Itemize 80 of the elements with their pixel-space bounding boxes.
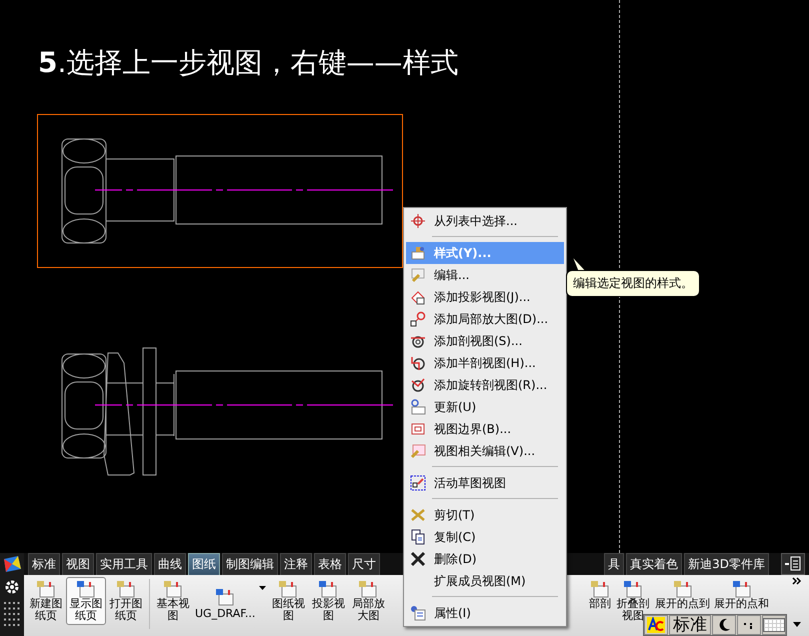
drawing-sheet-icon xyxy=(76,580,96,598)
update-icon xyxy=(410,399,426,415)
view-edit-icon xyxy=(410,443,426,459)
revolved-section-icon xyxy=(410,377,426,393)
ribbon-tab[interactable]: 具 xyxy=(604,553,624,575)
drawing-sheet-icon xyxy=(215,588,236,606)
caret-icon xyxy=(259,586,266,590)
ribbon-button[interactable]: 打开图纸页 xyxy=(106,577,146,625)
grid-dots-icon[interactable] xyxy=(3,601,21,629)
drawing-sheet-icon xyxy=(116,580,136,598)
properties-icon xyxy=(410,605,426,621)
ribbon-button[interactable]: 投影视图 xyxy=(308,577,348,625)
ribbon-dropdown[interactable]: UG_DRAF... xyxy=(193,577,268,623)
menu-item[interactable]: 视图相关编辑(V)... xyxy=(406,440,564,462)
ribbon-button[interactable]: 折叠剖视图 xyxy=(613,577,653,625)
drawing-sheet-icon xyxy=(163,580,183,598)
menu-item[interactable]: 删除(D) xyxy=(406,548,564,570)
menu-item[interactable]: 活动草图视图 xyxy=(406,472,564,494)
scissors-icon xyxy=(410,507,426,523)
ribbon-tab[interactable]: 图纸 xyxy=(188,553,220,575)
menu-item[interactable]: 编辑... xyxy=(406,264,564,286)
half-section-icon xyxy=(410,355,426,371)
menu-item[interactable]: 添加半剖视图(H)... xyxy=(406,352,564,374)
detail-view-icon xyxy=(410,311,426,327)
ribbon-button[interactable]: 局部放大图 xyxy=(348,577,388,625)
crosshair-icon xyxy=(410,213,426,229)
style-icon xyxy=(410,245,426,261)
ribbon-button[interactable]: 展开的点到 xyxy=(653,577,712,613)
menu-item[interactable]: 添加投影视图(J)... xyxy=(406,286,564,308)
menu-item[interactable]: 复制(C) xyxy=(406,526,564,548)
ribbon-button[interactable]: 显示图纸页 xyxy=(66,577,106,625)
input-mode-button[interactable]: 标准 xyxy=(669,615,711,635)
ribbon-button[interactable]: 基本视图 xyxy=(153,577,193,625)
slide-title: 5.选择上一步视图，右键——样式 xyxy=(38,45,458,81)
ribbon-menu-button[interactable] xyxy=(781,553,805,575)
copy-icon xyxy=(410,529,426,545)
menu-item[interactable]: 添加旋转剖视图(R)... xyxy=(406,374,564,396)
settings-icon[interactable] xyxy=(4,579,20,595)
ribbon-tab[interactable]: 曲线 xyxy=(154,553,186,575)
menu-item[interactable]: 添加剖视图(S)... xyxy=(406,330,564,352)
ribbon-button[interactable]: 图纸视图 xyxy=(268,577,308,625)
ribbon-tab[interactable]: 表格 xyxy=(314,553,346,575)
menu-item[interactable]: 属性(I) xyxy=(406,602,564,624)
projected-view-icon xyxy=(410,289,426,305)
ribbon-tab[interactable]: 视图 xyxy=(62,553,94,575)
ribbon-button[interactable]: 展开的点和 xyxy=(712,577,771,613)
ribbon-tab[interactable]: 真实着色 xyxy=(626,553,682,575)
ribbon-button[interactable]: 新建图纸页 xyxy=(26,577,66,625)
chevron-right-icon[interactable] xyxy=(792,577,802,585)
ribbon-tab[interactable]: 制图编辑 xyxy=(222,553,278,575)
ribbon-tab[interactable]: 新迪3D零件库 xyxy=(684,553,769,575)
ribbon-button[interactable]: 部剖 xyxy=(587,577,613,613)
sketch-view-icon xyxy=(410,475,426,491)
drawing-sheet-icon xyxy=(36,580,56,598)
menu-item[interactable]: 视图边界(B)... xyxy=(406,418,564,440)
drawing-sheet-icon xyxy=(590,580,610,598)
drawing-sheet-icon xyxy=(672,580,692,598)
ribbon-tab[interactable]: 注释 xyxy=(280,553,312,575)
ribbon-tab[interactable]: 实用工具 xyxy=(96,553,152,575)
caret-icon[interactable] xyxy=(793,622,801,627)
view-boundary-icon xyxy=(410,421,426,437)
app-logo-icon[interactable] xyxy=(2,555,22,573)
menu-item[interactable]: 添加局部放大图(D)... xyxy=(406,308,564,330)
drawing-sheet-icon xyxy=(318,580,338,598)
ribbon-tab[interactable]: 尺寸 xyxy=(348,553,380,575)
drawing-sheet-icon xyxy=(623,580,643,598)
ribbon-tab[interactable]: 标准 xyxy=(28,553,60,575)
keyboard-icon[interactable] xyxy=(763,618,785,632)
input-method-icon[interactable] xyxy=(647,617,665,633)
menu-item[interactable]: 更新(U) xyxy=(406,396,564,418)
menu-icon xyxy=(782,554,802,572)
menu-item[interactable]: 从列表中选择... xyxy=(406,210,564,232)
drawing-sheet-icon xyxy=(358,580,378,598)
drawing-sheet-icon xyxy=(278,580,298,598)
wrench-icon xyxy=(410,267,426,283)
menu-item[interactable]: 扩展成员视图(M) xyxy=(406,570,564,592)
delete-icon xyxy=(410,551,426,567)
menu-item[interactable]: 剪切(T) xyxy=(406,504,564,526)
drawing-sheet-icon xyxy=(732,580,752,598)
moon-icon[interactable] xyxy=(717,618,731,632)
